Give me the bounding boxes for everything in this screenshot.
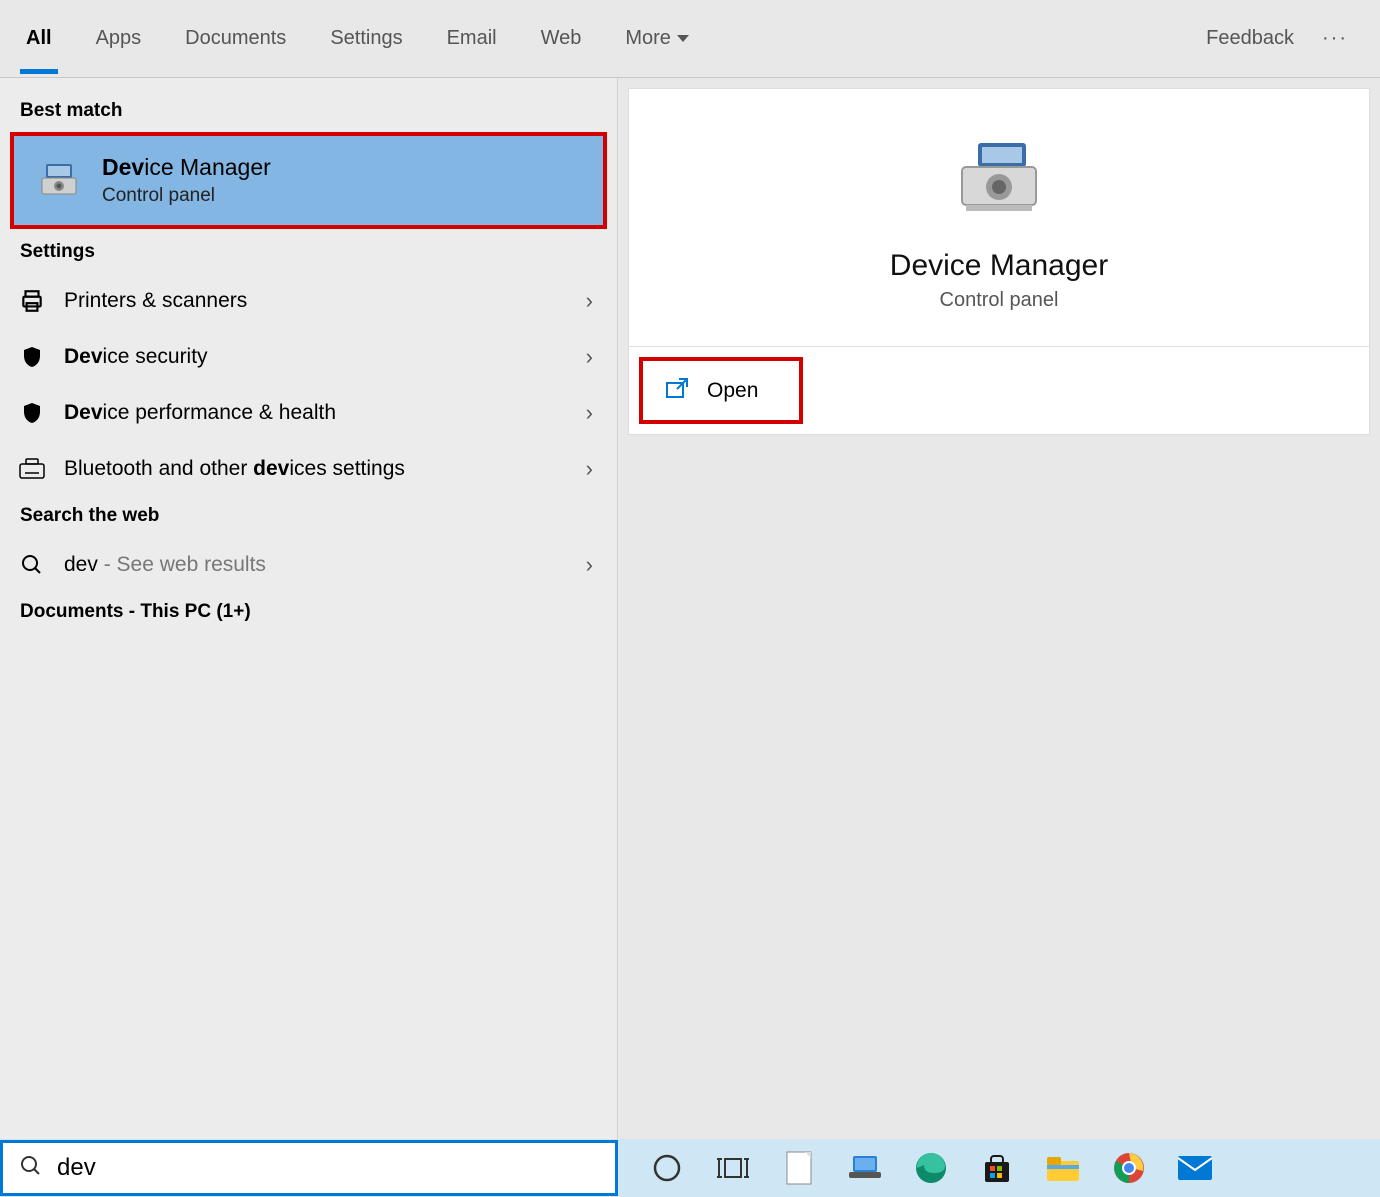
- taskbar-app-edge[interactable]: [912, 1149, 950, 1187]
- settings-item-device-security[interactable]: Device security ›: [0, 329, 617, 385]
- keyboard-icon: [18, 455, 46, 483]
- shield-icon: [18, 343, 46, 371]
- search-filter-tabs: All Apps Documents Settings Email Web Mo…: [0, 0, 1380, 78]
- search-icon: [19, 1154, 43, 1183]
- result-label: dev - See web results: [64, 553, 266, 577]
- chevron-right-icon: ›: [586, 456, 593, 482]
- taskbar-app-explorer[interactable]: [1044, 1149, 1082, 1187]
- documents-header: Documents - This PC (1+): [0, 593, 617, 633]
- open-icon: [665, 377, 689, 404]
- result-label: Device performance & health: [64, 401, 336, 425]
- web-search-item[interactable]: dev - See web results ›: [0, 537, 617, 593]
- taskbar-app-store[interactable]: [978, 1149, 1016, 1187]
- taskbar-app-mail[interactable]: [1176, 1149, 1214, 1187]
- cortana-icon[interactable]: [648, 1149, 686, 1187]
- printer-icon: [18, 287, 46, 315]
- device-manager-icon: [36, 158, 82, 204]
- best-match-subtitle: Control panel: [102, 185, 271, 207]
- tab-web[interactable]: Web: [535, 3, 588, 74]
- search-input[interactable]: [57, 1154, 599, 1182]
- chevron-right-icon: ›: [586, 344, 593, 370]
- results-pane: Best match Device Manager Control panel …: [0, 78, 618, 1139]
- taskbar-app-notepad[interactable]: [780, 1149, 818, 1187]
- chevron-right-icon: ›: [586, 288, 593, 314]
- tab-documents[interactable]: Documents: [179, 3, 292, 74]
- tab-more[interactable]: More: [619, 3, 695, 74]
- result-label: Printers & scanners: [64, 289, 247, 313]
- chevron-down-icon: [677, 35, 689, 42]
- tab-settings[interactable]: Settings: [324, 3, 408, 74]
- preview-title: Device Manager: [890, 249, 1108, 283]
- open-action[interactable]: Open: [639, 357, 803, 424]
- taskbar-search-box[interactable]: [0, 1140, 618, 1196]
- settings-header: Settings: [0, 233, 617, 273]
- preview-pane: Device Manager Control panel Open: [618, 78, 1380, 1139]
- taskbar-app-chrome[interactable]: [1110, 1149, 1148, 1187]
- more-options-button[interactable]: ···: [1322, 27, 1348, 50]
- shield-icon: [18, 399, 46, 427]
- open-label: Open: [707, 379, 758, 403]
- tab-more-label: More: [625, 27, 671, 50]
- best-match-result[interactable]: Device Manager Control panel: [10, 132, 607, 229]
- chevron-right-icon: ›: [586, 552, 593, 578]
- best-match-title: Device Manager: [102, 154, 271, 181]
- settings-item-printers[interactable]: Printers & scanners ›: [0, 273, 617, 329]
- chevron-right-icon: ›: [586, 400, 593, 426]
- task-view-icon[interactable]: [714, 1149, 752, 1187]
- feedback-link[interactable]: Feedback: [1206, 27, 1294, 50]
- taskbar: [0, 1139, 1380, 1197]
- result-label: Bluetooth and other devices settings: [64, 457, 405, 481]
- tab-email[interactable]: Email: [441, 3, 503, 74]
- preview-subtitle: Control panel: [940, 289, 1059, 312]
- settings-item-device-performance[interactable]: Device performance & health ›: [0, 385, 617, 441]
- device-manager-icon: [944, 137, 1054, 227]
- settings-item-bluetooth-devices[interactable]: Bluetooth and other devices settings ›: [0, 441, 617, 497]
- best-match-header: Best match: [0, 92, 617, 132]
- taskbar-app-laptop[interactable]: [846, 1149, 884, 1187]
- tab-apps[interactable]: Apps: [90, 3, 148, 74]
- search-web-header: Search the web: [0, 497, 617, 537]
- search-icon: [18, 551, 46, 579]
- result-label: Device security: [64, 345, 208, 369]
- tab-all[interactable]: All: [20, 3, 58, 74]
